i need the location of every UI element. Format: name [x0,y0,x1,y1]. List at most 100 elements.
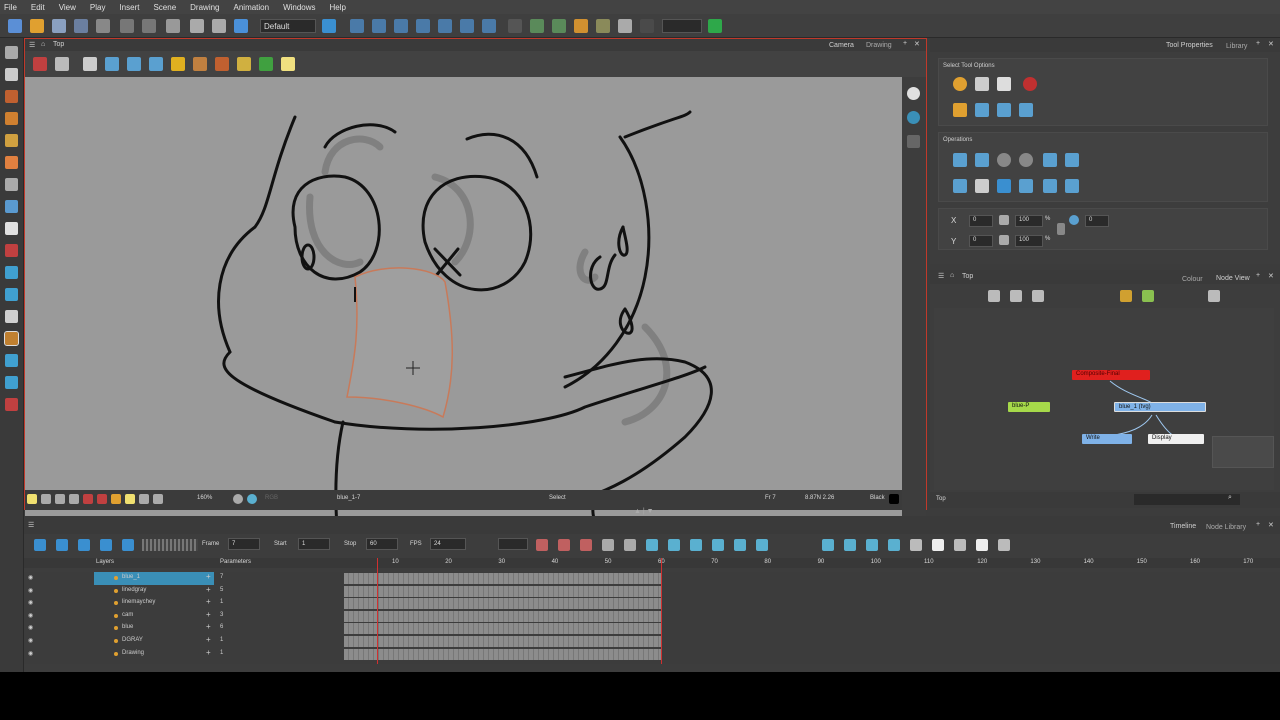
select-op-2-icon[interactable] [975,103,989,117]
lasso-icon[interactable] [953,77,967,91]
layer-icon[interactable] [105,57,119,71]
mark-icon[interactable] [596,19,610,33]
optimize-icon[interactable] [1065,153,1079,167]
rotate-cw-icon[interactable] [1019,153,1033,167]
workspace-icon[interactable] [322,19,336,33]
close-red-icon[interactable] [1023,77,1037,91]
visibility-icon[interactable]: ◉ [28,637,33,644]
tab-node-library[interactable]: Node Library [1206,524,1246,531]
timeline-layer-row[interactable]: ◉ blue_1 +7 [24,572,354,585]
distribute-icon[interactable] [1065,179,1079,193]
flip-icon[interactable] [907,135,920,148]
text-icon[interactable] [5,178,18,191]
menu-play[interactable]: Play [90,3,106,12]
motion-5-icon[interactable] [734,539,746,551]
exposure-cells[interactable] [344,598,662,610]
timeline-layer-row[interactable]: ◉ Drawing +1 [24,648,354,661]
add-tab-icon[interactable]: + [903,40,907,47]
paste-icon[interactable] [212,19,226,33]
expand-icon[interactable]: + [206,648,211,657]
color-select[interactable] [662,19,702,33]
save-icon[interactable] [52,19,66,33]
status-icon-8[interactable] [139,494,149,504]
cut-icon[interactable] [166,19,180,33]
frame-ruler[interactable]: 1020304050607080901001101201301401501601… [344,558,1280,568]
node-tool-2-icon[interactable] [1010,290,1022,302]
timeline-tool-7-icon[interactable] [954,539,966,551]
link-icon[interactable] [1057,223,1065,235]
sound-icon[interactable] [122,539,134,551]
angle-field[interactable]: 0 [1085,215,1109,227]
brush-icon[interactable] [5,90,18,103]
timeline-tool-9-icon[interactable] [998,539,1010,551]
tab-colour[interactable]: Colour [1182,276,1203,283]
motion-3-icon[interactable] [690,539,702,551]
timeline-tool-3-icon[interactable] [866,539,878,551]
color-swatch-icon[interactable] [5,398,18,411]
search-icon[interactable]: ⌕ [1228,494,1232,502]
start-field[interactable]: 1 [298,538,330,550]
expand-icon[interactable]: + [206,622,211,631]
status-icon-5[interactable] [97,494,107,504]
reduce-icon[interactable] [975,179,989,193]
status-icon-9[interactable] [153,494,163,504]
timeline-layer-row[interactable]: ◉ cam +3 [24,610,354,623]
expand-icon[interactable]: + [206,585,211,594]
timeline-layer-row[interactable]: ◉ linedgray +5 [24,585,354,598]
toggle-icon[interactable] [640,19,654,33]
menu-view[interactable]: View [59,3,76,12]
paint-icon[interactable] [5,222,18,235]
frame-field[interactable]: 7 [228,538,260,550]
pin-icon[interactable] [33,57,47,71]
drawing-canvas[interactable] [25,77,902,528]
transform-icon[interactable] [350,19,364,33]
hand-icon[interactable] [5,310,18,323]
print-icon[interactable] [96,19,110,33]
visibility-icon[interactable]: ◉ [28,612,33,619]
eraser-icon[interactable] [5,134,18,147]
visibility-icon[interactable]: ◉ [28,599,33,606]
deform-icon[interactable] [193,57,207,71]
timeline-layer-row[interactable]: ◉ blue +6 [24,622,354,635]
node-graph[interactable]: Composite-Final blue-P blue_1 (tvg) Writ… [934,308,1274,490]
copy-icon[interactable] [190,19,204,33]
marquee-icon[interactable] [975,77,989,91]
view-layer-icon[interactable] [127,57,141,71]
script-icon[interactable] [708,19,722,33]
flip-v-icon[interactable] [975,153,989,167]
keyframe-icon[interactable] [602,539,614,551]
zoom-level[interactable]: 160% [197,495,212,501]
expand-icon[interactable]: + [206,572,211,581]
close-icon[interactable]: ✕ [1268,40,1274,48]
transform-tool-icon[interactable] [5,266,18,279]
timeline-tool-1-icon[interactable] [822,539,834,551]
exposure-cells[interactable] [344,623,662,635]
menu-insert[interactable]: Insert [119,3,139,12]
x-field[interactable]: 0 [969,215,993,227]
drawing-node[interactable]: blue_1 (tvg) [1114,402,1206,412]
playhead[interactable] [377,558,378,664]
add-tab-icon[interactable]: + [1256,272,1260,279]
menu-drawing[interactable]: Drawing [190,3,219,12]
safe-area-icon[interactable] [574,19,588,33]
keyframe-2-icon[interactable] [624,539,636,551]
node-tool-6-icon[interactable] [1208,290,1220,302]
flatten-icon[interactable] [953,179,967,193]
status-icon-3[interactable] [69,494,79,504]
height-field[interactable]: 100 [1015,235,1043,247]
exposure-cells[interactable] [344,648,662,660]
menu-icon[interactable]: ☰ [29,41,35,49]
stop-marker[interactable] [661,558,662,664]
rotate-icon[interactable] [372,19,386,33]
play-icon[interactable] [34,539,46,551]
stroke-icon[interactable] [5,156,18,169]
menu-file[interactable]: File [4,3,17,12]
timeline-tool-2-icon[interactable] [844,539,856,551]
pencil-view-icon[interactable] [215,57,229,71]
lock-icon[interactable] [171,57,185,71]
status-icon-4[interactable] [83,494,93,504]
close-icon[interactable]: ✕ [914,40,920,48]
visibility-icon[interactable]: ◉ [28,624,33,631]
play-selection-icon[interactable] [56,539,68,551]
exposure-cells[interactable] [344,573,662,584]
